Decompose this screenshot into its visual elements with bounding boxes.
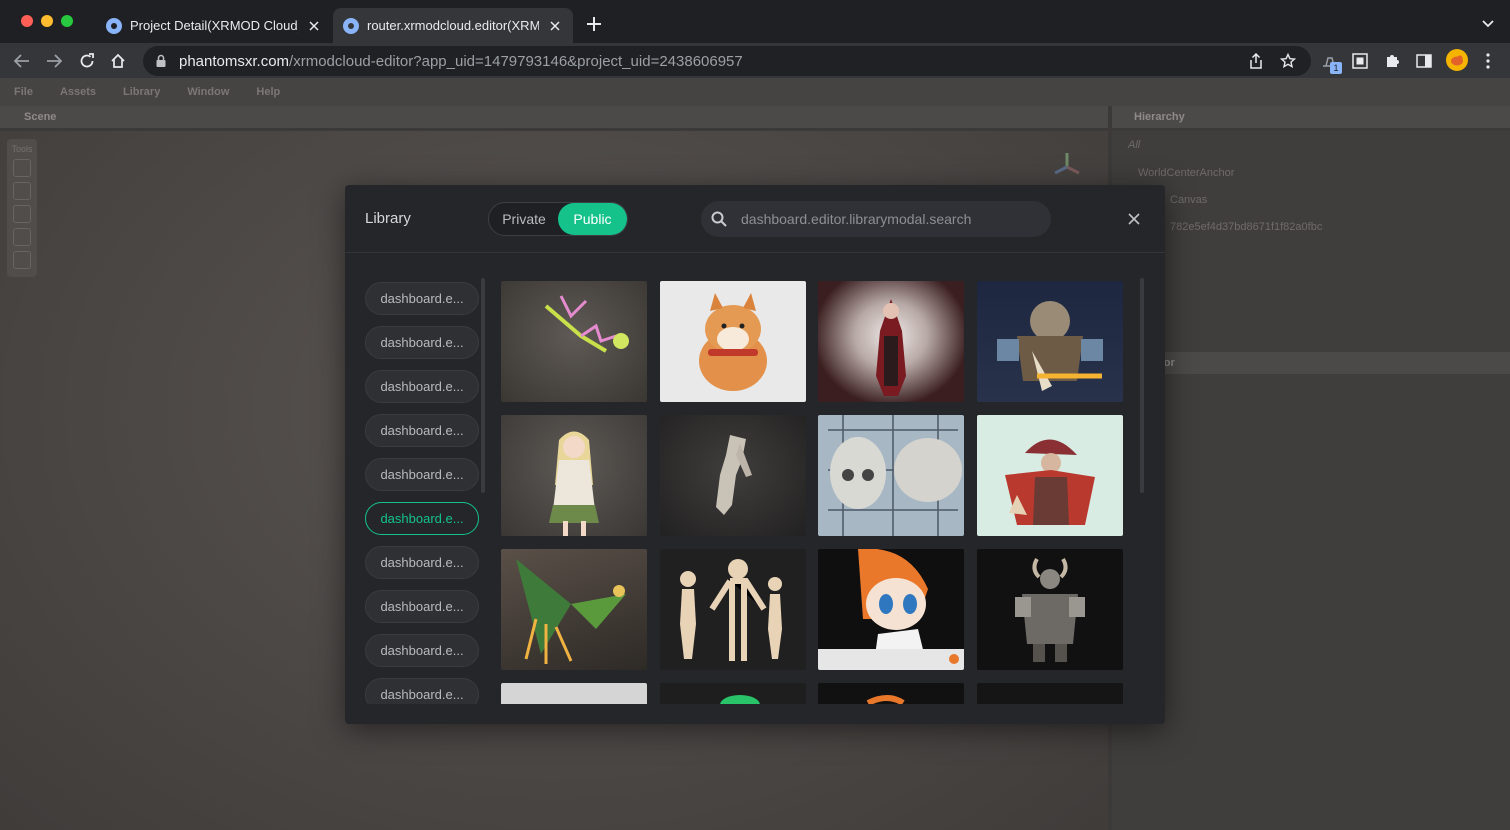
asset-card-red-hood-warrior[interactable] [818,281,964,402]
close-icon[interactable] [1125,210,1143,228]
profile-avatar[interactable] [1446,49,1468,71]
category-item-active[interactable]: dashboard.e... [365,502,479,535]
category-item[interactable]: dashboard.e... [365,282,479,315]
extensions-puzzle-icon[interactable] [1382,51,1402,71]
asset-card-skull-study[interactable] [818,415,964,536]
hierarchy-item[interactable]: WorldCenterAnchor [1138,167,1234,179]
tab-title: Project Detail(XRMOD Cloud) - [130,18,298,33]
url-host: phantomsxr.com [179,52,290,70]
asset-card-partial[interactable] [501,683,647,704]
reload-icon[interactable] [76,50,98,72]
side-panel-icon[interactable] [1414,51,1434,71]
asset-card-anime-girl[interactable] [501,415,647,536]
editor-menubar: File Assets Library Window Help [0,78,1510,106]
category-item[interactable]: dashboard.e... [365,326,479,359]
scene-panel-header: Scene [0,106,1108,128]
tab-close-icon[interactable] [547,18,563,34]
asset-card-partial[interactable] [818,683,964,704]
tab-title: router.xrmodcloud.editor(XRM [367,18,539,33]
tab-private[interactable]: Private [491,203,557,235]
category-item[interactable]: dashboard.e... [365,678,479,704]
asset-grid [501,281,1127,704]
forward-arrow-icon[interactable] [43,50,65,72]
share-icon[interactable] [1246,51,1266,71]
site-favicon-icon [343,17,359,34]
address-bar[interactable]: phantomsxr.com/xrmodcloud-editor?app_uid… [143,46,1311,76]
site-favicon-icon [106,17,122,34]
search-icon [711,211,727,227]
scene-panel-title: Scene [24,111,57,123]
asset-card-red-cloak-wizard[interactable] [977,415,1123,536]
asset-card-partial[interactable] [977,683,1123,704]
menu-library[interactable]: Library [123,86,160,98]
menu-assets[interactable]: Assets [60,86,96,98]
library-modal-header: Library Private Public [345,185,1165,253]
window-maximize-button[interactable] [61,15,73,27]
asset-card-hand-sculpt[interactable] [660,415,806,536]
asset-card-shiba-dog[interactable] [660,281,806,402]
category-list: dashboard.e... dashboard.e... dashboard.… [365,282,480,704]
asset-card-dwarf-blacksmith[interactable] [977,281,1123,402]
scale-tool-icon[interactable] [13,228,31,246]
home-icon[interactable] [107,50,129,72]
tools-label: Tools [11,144,33,154]
asset-card-fantasy-weapon[interactable] [501,281,647,402]
category-item[interactable]: dashboard.e... [365,634,479,667]
menu-help[interactable]: Help [256,86,280,98]
search-input[interactable] [741,211,1041,227]
category-item[interactable]: dashboard.e... [365,414,479,447]
hierarchy-item[interactable]: 782e5ef4d37bd8671f1f82a0fbc [1170,221,1322,233]
tab-public[interactable]: Public [558,203,627,235]
url-text: phantomsxr.com/xrmodcloud-editor?app_uid… [179,53,743,70]
asset-card-armored-knight[interactable] [977,549,1123,670]
hierarchy-panel-title: Hierarchy [1134,111,1185,123]
rect-tool-icon[interactable] [13,251,31,269]
asset-card-phoenix-bird[interactable] [501,549,647,670]
browser-tab-project-detail[interactable]: Project Detail(XRMOD Cloud) - [96,8,332,43]
category-item[interactable]: dashboard.e... [365,458,479,491]
move-tool-icon[interactable] [13,182,31,200]
category-item[interactable]: dashboard.e... [365,546,479,579]
inspector-panel-header: ctor [1112,352,1510,374]
asset-card-partial[interactable] [660,683,806,704]
hand-tool-icon[interactable] [13,159,31,177]
bookmark-star-icon[interactable] [1278,51,1298,71]
category-scrollbar[interactable] [481,278,485,493]
scene-gizmo-icon[interactable] [1045,149,1089,185]
asset-card-anime-fox-girl[interactable] [818,549,964,670]
library-modal-title: Library [365,210,411,227]
hierarchy-filter[interactable]: All [1128,139,1140,151]
browser-tab-editor[interactable]: router.xrmodcloud.editor(XRM [333,8,573,43]
rotate-tool-icon[interactable] [13,205,31,223]
library-modal: Library Private Public dashboard.e... da… [345,185,1165,724]
browser-toolbar: phantomsxr.com/xrmodcloud-editor?app_uid… [0,43,1510,78]
back-arrow-icon[interactable] [11,50,33,72]
category-item[interactable]: dashboard.e... [365,370,479,403]
library-search-box [701,201,1051,237]
extension-badge: 1 [1330,62,1342,74]
url-path: /xrmodcloud-editor?app_uid=1479793146&pr… [289,52,743,70]
lock-icon[interactable] [155,54,169,68]
window-close-button[interactable] [21,15,33,27]
browser-menu-icon[interactable] [1478,51,1498,71]
tab-close-icon[interactable] [306,18,322,34]
hierarchy-item[interactable]: Canvas [1170,194,1207,206]
tab-search-chevron-down-icon[interactable] [1478,16,1498,32]
screen-capture-icon[interactable] [1350,51,1370,71]
browser-tab-bar: Project Detail(XRMOD Cloud) - router.xrm… [0,0,1510,43]
menu-window[interactable]: Window [187,86,229,98]
tools-palette: Tools [7,139,37,277]
new-tab-plus-icon[interactable] [584,14,604,34]
menu-file[interactable]: File [14,86,33,98]
library-visibility-toggle: Private Public [488,202,628,236]
asset-card-base-body[interactable] [660,549,806,670]
hierarchy-panel: All WorldCenterAnchor Canvas 782e5ef4d37… [1112,131,1510,830]
hierarchy-panel-header: Hierarchy [1112,106,1510,128]
window-minimize-button[interactable] [41,15,53,27]
asset-grid-scrollbar[interactable] [1140,278,1144,493]
category-item[interactable]: dashboard.e... [365,590,479,623]
